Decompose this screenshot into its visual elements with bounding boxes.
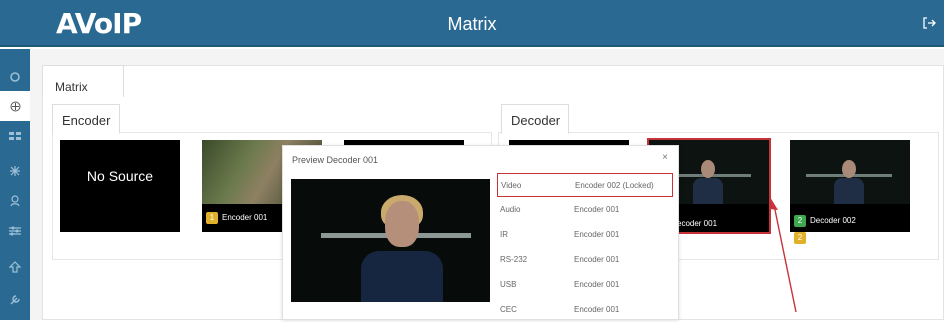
- no-source-label: No Source: [86, 168, 154, 184]
- decoder-badge: 2: [794, 215, 806, 227]
- decoder-name: Decoder 002: [810, 216, 856, 225]
- row-key: USB: [500, 280, 517, 289]
- decoder-tile[interactable]: 2 Decoder 002 2 Enc:Encoder 002: [790, 140, 910, 244]
- row-video[interactable]: Video Encoder 002 (Locked): [497, 173, 673, 197]
- row-key: RS-232: [500, 255, 528, 264]
- logout-icon[interactable]: [922, 16, 936, 30]
- row-key: IR: [500, 230, 508, 239]
- upgrade-icon[interactable]: [0, 252, 30, 282]
- tools-icon[interactable]: [0, 285, 30, 315]
- decoder-source: Enc:Encoder 002: [810, 233, 872, 242]
- decoder-source: nc:Encoder 002: [677, 233, 734, 242]
- top-bar: AVoIP Matrix: [0, 0, 944, 47]
- video-preview: [291, 179, 490, 302]
- page-title: Matrix: [447, 14, 497, 34]
- user-icon[interactable]: [0, 186, 30, 216]
- encoder-tile-no-source[interactable]: No Source: [60, 140, 180, 232]
- tab-decoder[interactable]: Decoder: [501, 104, 569, 134]
- row-value: Encoder 001: [574, 230, 620, 239]
- row-ir[interactable]: IR Encoder 001: [497, 223, 673, 247]
- source-badge: 2: [794, 232, 806, 244]
- dashboard-icon[interactable]: [0, 62, 30, 92]
- preview-modal: Preview Decoder 001 × Video Encoder 002 …: [282, 145, 679, 320]
- row-value: Encoder 001: [574, 305, 620, 314]
- tab-matrix[interactable]: Matrix: [42, 65, 124, 97]
- network-icon[interactable]: [0, 156, 30, 186]
- row-cec[interactable]: CEC Encoder 001: [497, 298, 673, 322]
- encoder-badge: 1: [206, 212, 218, 224]
- modal-title: Preview Decoder 001: [292, 155, 379, 165]
- decoder-label: 2 Decoder 002: [794, 215, 856, 227]
- row-value: Encoder 001: [574, 255, 620, 264]
- encoder-label: 1 Encoder 001: [206, 212, 267, 224]
- person-thumbnail: [790, 140, 910, 204]
- close-icon[interactable]: ×: [662, 152, 668, 163]
- row-key: Video: [501, 181, 522, 190]
- tab-encoder[interactable]: Encoder: [52, 104, 120, 134]
- row-usb[interactable]: USB Encoder 001: [497, 273, 673, 297]
- matrix-icon[interactable]: [0, 91, 30, 121]
- sidebar: [0, 49, 30, 320]
- decoder-source-label: 2 Enc:Encoder 002: [794, 232, 871, 244]
- row-value: Encoder 002 (Locked): [575, 181, 654, 190]
- row-key: CEC: [500, 305, 517, 314]
- video-wall-icon[interactable]: [0, 121, 30, 151]
- row-rs232[interactable]: RS-232 Encoder 001: [497, 248, 673, 272]
- encoder-name: Encoder 001: [222, 213, 268, 222]
- decoder-name: ecoder 001: [677, 219, 718, 228]
- row-value: Encoder 001: [574, 280, 620, 289]
- settings-icon[interactable]: [0, 216, 30, 246]
- row-value: Encoder 001: [574, 205, 620, 214]
- row-key: Audio: [500, 205, 521, 214]
- row-audio[interactable]: Audio Encoder 001: [497, 198, 673, 222]
